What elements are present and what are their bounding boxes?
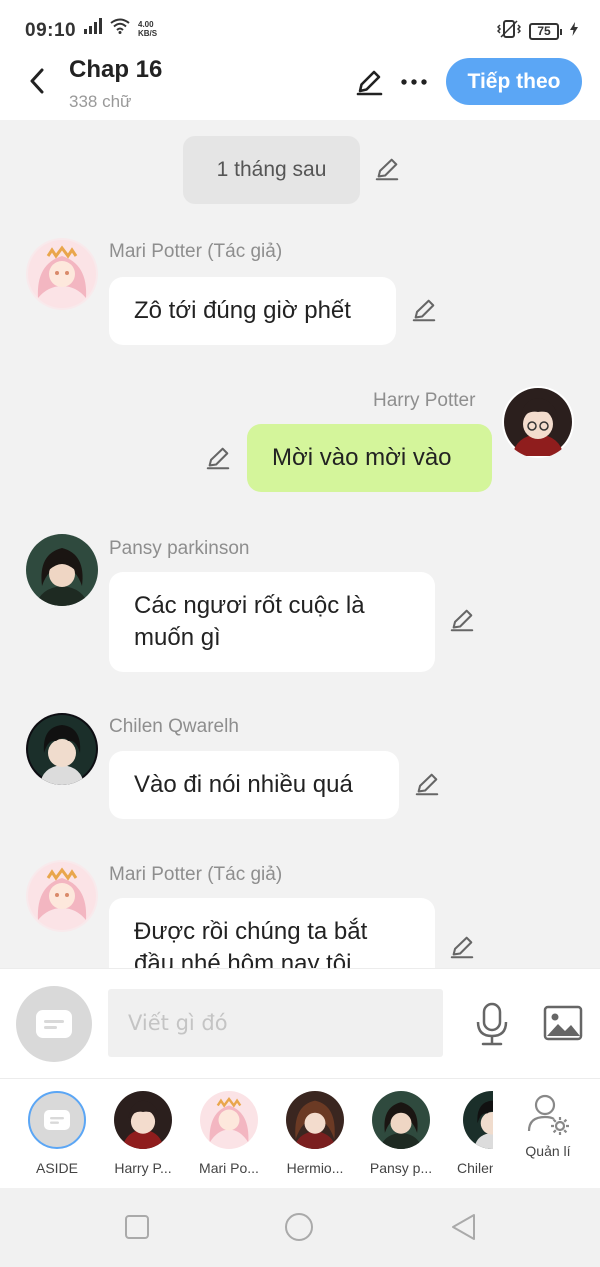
avatar-mari-potter[interactable] — [26, 860, 98, 932]
character-label: Pansy p... — [369, 1160, 433, 1176]
aside-avatar — [28, 1091, 86, 1149]
character-hermione[interactable]: Hermio... — [273, 1091, 357, 1176]
microphone-icon — [476, 1002, 508, 1046]
pencil-icon — [356, 70, 383, 96]
message-bubble[interactable]: Mời vào mời vào — [247, 424, 492, 492]
character-mari-potter[interactable]: Mari Po... — [187, 1091, 271, 1176]
avatar-mari-potter[interactable] — [26, 238, 98, 310]
battery-level: 75 — [529, 23, 559, 40]
manage-characters-button[interactable]: Quản lí — [508, 1091, 588, 1159]
square-icon — [125, 1215, 149, 1239]
status-left-icons: 4.00 KB/S — [84, 18, 157, 39]
pencil-icon — [375, 158, 399, 181]
character-label: Chilen — [457, 1160, 493, 1176]
aside-message-icon — [44, 1110, 70, 1130]
word-count: 338 chữ — [69, 92, 132, 111]
sender-name: Pansy parkinson — [109, 538, 250, 559]
triangle-back-icon — [452, 1214, 475, 1240]
character-label: Mari Po... — [199, 1160, 259, 1176]
edit-message-button[interactable] — [448, 933, 476, 961]
charging-icon — [570, 22, 578, 41]
system-nav-bar — [0, 1188, 600, 1267]
net-speed-unit: KB/S — [138, 28, 158, 38]
sender-name: Chilen Qwarelh — [109, 716, 239, 737]
manage-label: Quản lí — [525, 1143, 571, 1159]
sender-name: Mari Potter (Tác giả) — [109, 241, 283, 262]
status-time: 09:10 — [25, 20, 77, 41]
voice-input-button[interactable] — [472, 999, 512, 1049]
character-chilen[interactable]: Chilen — [445, 1091, 493, 1176]
character-strip[interactable]: ASIDE Harry P... Mari Po... Hermio... Pa… — [0, 1078, 600, 1188]
avatar-harry-potter[interactable] — [502, 386, 574, 458]
edit-message-button[interactable] — [410, 296, 438, 324]
character-label: Harry P... — [114, 1160, 172, 1176]
character-avatar — [200, 1091, 258, 1149]
vibrate-icon — [496, 20, 522, 43]
message-bubble[interactable]: Các ngươi rốt cuộc là muốn gì — [109, 572, 435, 672]
message-bubble[interactable]: Zô tới đúng giờ phết — [109, 277, 396, 345]
composer-bar — [0, 968, 600, 1078]
back-arrow-icon — [30, 68, 44, 94]
character-avatar — [286, 1091, 344, 1149]
pencil-icon — [450, 936, 474, 959]
back-nav-button[interactable] — [448, 1212, 478, 1242]
recent-apps-button[interactable] — [122, 1212, 152, 1242]
time-skip-chip[interactable]: 1 tháng sau — [183, 136, 360, 204]
sender-name: Harry Potter — [373, 390, 476, 411]
message-bubble[interactable]: Được rồi chúng ta bắt đầu nhé hôm nay tô… — [109, 898, 435, 968]
character-aside[interactable]: ASIDE — [15, 1091, 99, 1176]
message-input[interactable] — [108, 989, 443, 1057]
character-harry-potter[interactable]: Harry P... — [101, 1091, 185, 1176]
battery-icon: 75 — [529, 23, 562, 40]
chat-area[interactable]: 1 tháng sau Mari Potter (Tác giả) Zô tới… — [0, 120, 600, 968]
signal-icon — [84, 18, 104, 39]
home-button[interactable] — [284, 1212, 314, 1242]
sender-name: Mari Potter (Tác giả) — [109, 864, 283, 885]
character-label: Hermio... — [286, 1160, 344, 1176]
pencil-icon — [206, 447, 230, 470]
chapter-title: Chap 16 — [69, 56, 163, 83]
status-bar: 09:10 4.00 KB/S 75 — [0, 0, 600, 56]
pencil-icon — [412, 299, 436, 322]
wifi-icon — [110, 18, 130, 39]
status-right: 75 — [496, 20, 578, 43]
edit-time-chip-button[interactable] — [373, 155, 401, 183]
edit-message-button[interactable] — [448, 606, 476, 634]
net-speed-value: 4.00 — [138, 19, 154, 29]
pencil-icon — [415, 773, 439, 796]
character-pansy-parkinson[interactable]: Pansy p... — [359, 1091, 443, 1176]
avatar-chilen-qwarelh[interactable] — [26, 713, 98, 785]
pencil-icon — [450, 609, 474, 632]
more-dots-icon — [401, 79, 427, 85]
aside-toggle-button[interactable] — [16, 986, 92, 1062]
avatar-pansy-parkinson[interactable] — [26, 534, 98, 606]
net-speed: 4.00 KB/S — [138, 20, 157, 38]
next-chapter-button[interactable]: Tiếp theo — [446, 58, 582, 105]
message-bubble[interactable]: Vào đi nói nhiều quá — [109, 751, 399, 819]
edit-message-button[interactable] — [413, 770, 441, 798]
character-avatar — [463, 1091, 493, 1149]
header: Chap 16 338 chữ Tiếp theo — [0, 56, 600, 120]
circle-icon — [285, 1213, 313, 1241]
aside-message-icon — [36, 1010, 72, 1038]
character-label: ASIDE — [35, 1160, 78, 1176]
edit-message-button[interactable] — [204, 444, 232, 472]
more-options-button[interactable] — [398, 66, 430, 98]
back-button[interactable] — [22, 66, 52, 96]
character-avatar — [372, 1091, 430, 1149]
image-icon — [543, 1005, 583, 1041]
character-avatar — [114, 1091, 172, 1149]
edit-chapter-button[interactable] — [353, 66, 385, 98]
insert-image-button[interactable] — [541, 1001, 585, 1045]
user-settings-icon — [527, 1094, 569, 1135]
